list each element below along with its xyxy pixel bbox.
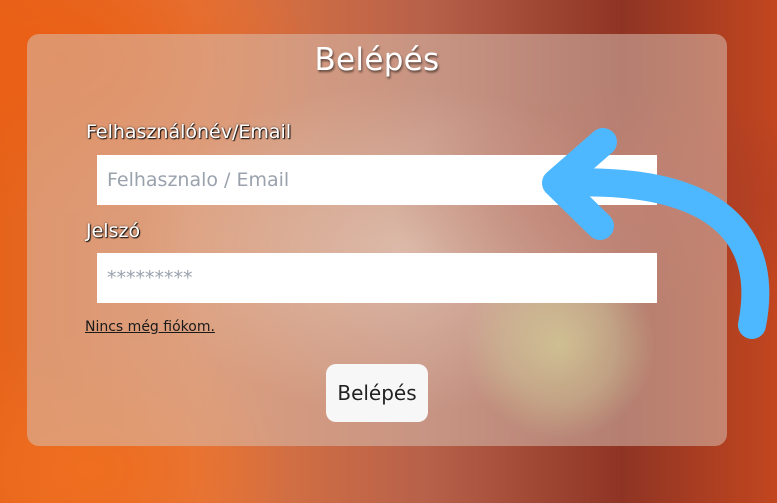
login-card: Belépés Felhasználónév/Email Jelszó Ninc… — [27, 34, 727, 446]
signup-link[interactable]: Nincs még fiókom. — [85, 319, 215, 335]
username-label: Felhasználónév/Email — [86, 121, 292, 143]
login-title: Belépés — [314, 42, 440, 78]
password-label: Jelszó — [86, 220, 141, 242]
login-button[interactable]: Belépés — [326, 364, 428, 422]
username-input[interactable] — [97, 155, 657, 205]
password-input[interactable] — [97, 253, 657, 303]
